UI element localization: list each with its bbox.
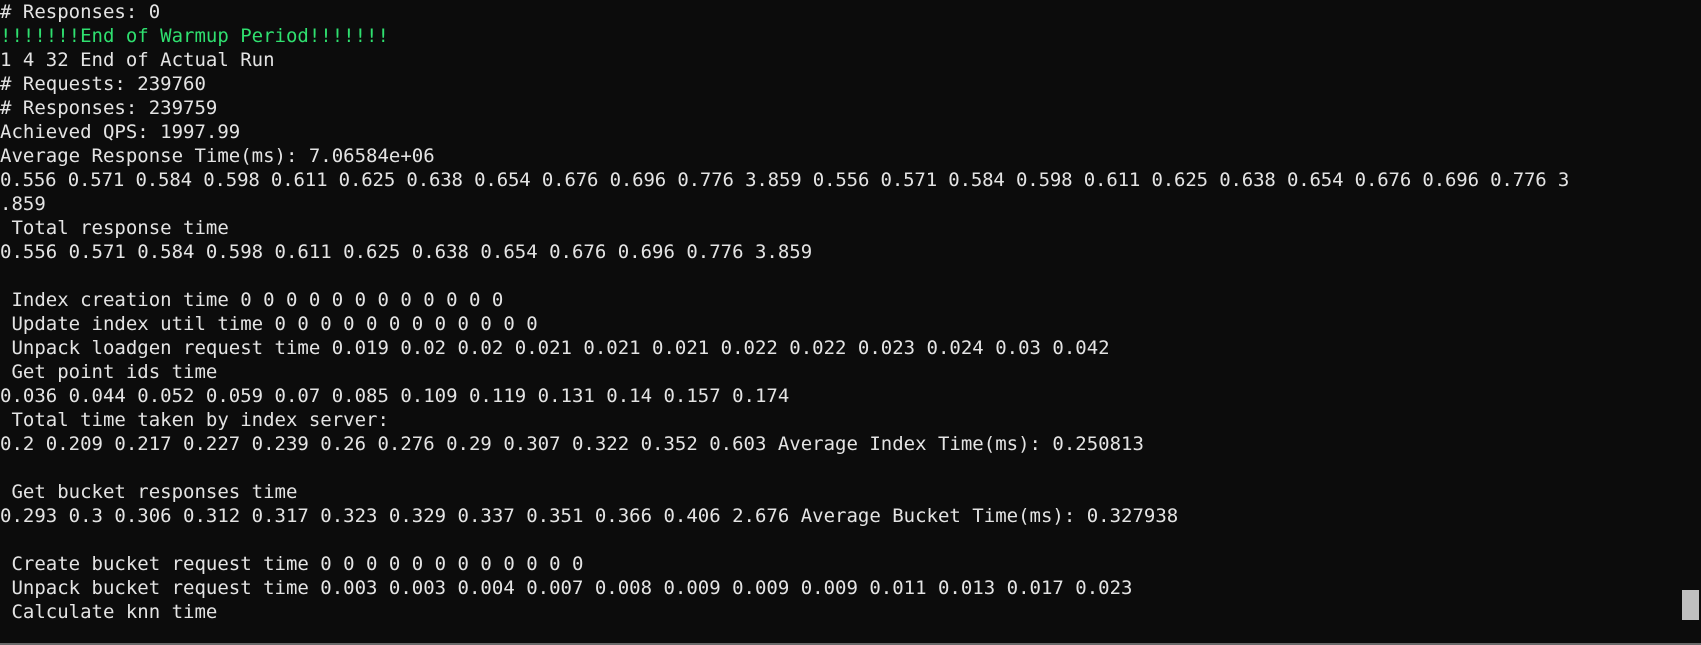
output-line: Index creation time 0 0 0 0 0 0 0 0 0 0 … (0, 289, 504, 311)
warmup-banner-line: !!!!!!!End of Warmup Period!!!!!!! (0, 25, 389, 47)
output-line: Get point ids time (0, 361, 218, 383)
output-line: # Requests: 239760 (0, 73, 206, 95)
output-line: Total response time (0, 217, 229, 239)
output-line: # Responses: 0 (0, 1, 161, 23)
output-line: Achieved QPS: 1997.99 (0, 121, 241, 143)
output-line: Unpack loadgen request time 0.019 0.02 0… (0, 337, 1110, 359)
output-line: 0.556 0.571 0.584 0.598 0.611 0.625 0.63… (0, 169, 1570, 191)
output-line: 0.556 0.571 0.584 0.598 0.611 0.625 0.63… (0, 241, 813, 263)
terminal-output[interactable]: # Responses: 0 !!!!!!!End of Warmup Peri… (0, 0, 1680, 645)
output-line: 0.036 0.044 0.052 0.059 0.07 0.085 0.109… (0, 385, 790, 407)
output-line: 0.293 0.3 0.306 0.312 0.317 0.323 0.329 … (0, 505, 1179, 527)
output-line: Calculate knn time (0, 601, 218, 623)
output-line: # Responses: 239759 (0, 97, 218, 119)
output-line: Average Response Time(ms): 7.06584e+06 (0, 145, 435, 167)
output-line: Update index util time 0 0 0 0 0 0 0 0 0… (0, 313, 538, 335)
output-line: Create bucket request time 0 0 0 0 0 0 0… (0, 553, 584, 575)
terminal-window[interactable]: # Responses: 0 !!!!!!!End of Warmup Peri… (0, 0, 1701, 645)
output-line: .859 (0, 193, 46, 215)
output-line: Get bucket responses time (0, 481, 298, 503)
vertical-scrollbar[interactable] (1680, 0, 1701, 645)
output-line: 0.2 0.209 0.217 0.227 0.239 0.26 0.276 0… (0, 433, 1144, 455)
output-line: Unpack bucket request time 0.003 0.003 0… (0, 577, 1133, 599)
scrollbar-thumb[interactable] (1682, 590, 1699, 620)
output-line: Total time taken by index server: (0, 409, 389, 431)
output-line: 1 4 32 End of Actual Run (0, 49, 275, 71)
